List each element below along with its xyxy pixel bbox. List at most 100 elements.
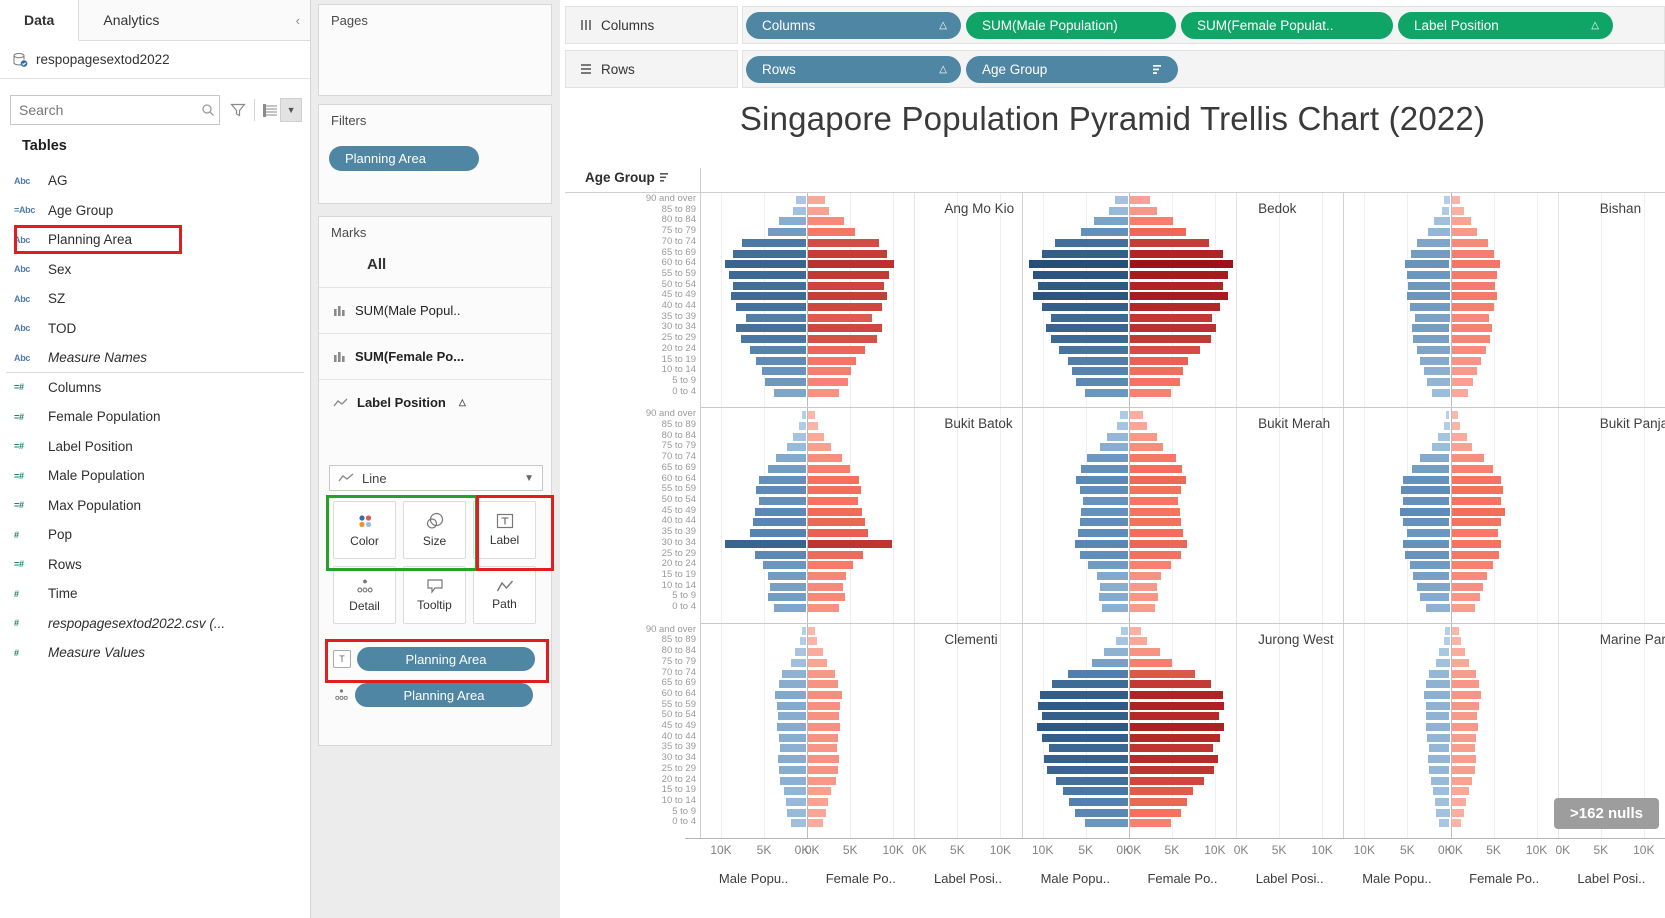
male-population-bar[interactable] bbox=[1420, 593, 1449, 601]
male-population-bar[interactable] bbox=[1072, 367, 1128, 375]
female-population-bar[interactable] bbox=[1452, 572, 1487, 580]
tooltip-button[interactable]: Tooltip bbox=[403, 566, 466, 624]
male-population-bar[interactable] bbox=[765, 378, 806, 386]
male-population-bar[interactable] bbox=[777, 702, 806, 710]
male-population-bar[interactable] bbox=[1413, 572, 1449, 580]
female-population-bar[interactable] bbox=[808, 260, 894, 268]
female-population-bar[interactable] bbox=[808, 476, 859, 484]
datasource-row[interactable]: respopagesextod2022 bbox=[0, 41, 310, 79]
female-population-bar[interactable] bbox=[1130, 529, 1183, 537]
female-population-bar[interactable] bbox=[1452, 357, 1481, 365]
male-population-bar[interactable] bbox=[1059, 346, 1128, 354]
male-population-bar[interactable] bbox=[1442, 207, 1450, 215]
male-population-bar[interactable] bbox=[1444, 422, 1450, 430]
male-population-bar[interactable] bbox=[731, 292, 807, 300]
female-population-bar[interactable] bbox=[808, 648, 823, 656]
male-population-bar[interactable] bbox=[756, 357, 806, 365]
male-population-bar[interactable] bbox=[1055, 239, 1128, 247]
male-population-bar[interactable] bbox=[1407, 292, 1450, 300]
field-item-label-position[interactable]: =#Label Position bbox=[0, 432, 310, 462]
male-population-bar[interactable] bbox=[1080, 518, 1128, 526]
male-population-bar[interactable] bbox=[742, 239, 807, 247]
female-population-bar[interactable] bbox=[808, 755, 839, 763]
male-population-bar[interactable] bbox=[1102, 604, 1128, 612]
female-population-bar[interactable] bbox=[808, 540, 892, 548]
female-population-bar[interactable] bbox=[1452, 346, 1486, 354]
male-population-bar[interactable] bbox=[1104, 648, 1128, 656]
female-population-bar[interactable] bbox=[1452, 324, 1492, 332]
female-population-bar[interactable] bbox=[1452, 529, 1498, 537]
male-population-bar[interactable] bbox=[729, 271, 806, 279]
color-button[interactable]: Color bbox=[333, 501, 396, 559]
female-population-bar[interactable] bbox=[1452, 422, 1461, 430]
female-population-bar[interactable] bbox=[1452, 260, 1500, 268]
male-population-bar[interactable] bbox=[755, 551, 807, 559]
row-header[interactable]: Age Group bbox=[585, 170, 671, 185]
female-population-bar[interactable] bbox=[808, 196, 825, 204]
female-population-bar[interactable] bbox=[808, 292, 887, 300]
male-population-bar[interactable] bbox=[1444, 196, 1449, 204]
female-population-bar[interactable] bbox=[1130, 734, 1220, 742]
female-population-bar[interactable] bbox=[808, 659, 827, 667]
male-population-bar[interactable] bbox=[1080, 486, 1128, 494]
marks-pill-planning-area[interactable]: Planning Area bbox=[355, 683, 533, 707]
male-population-bar[interactable] bbox=[1420, 454, 1449, 462]
female-population-bar[interactable] bbox=[1130, 389, 1171, 397]
female-population-bar[interactable] bbox=[1130, 454, 1176, 462]
female-population-bar[interactable] bbox=[1130, 411, 1143, 419]
male-population-bar[interactable] bbox=[1029, 260, 1128, 268]
female-population-bar[interactable] bbox=[1130, 260, 1233, 268]
female-population-bar[interactable] bbox=[1452, 443, 1473, 451]
female-population-bar[interactable] bbox=[1452, 465, 1493, 473]
male-population-bar[interactable] bbox=[1044, 755, 1128, 763]
female-population-bar[interactable] bbox=[1452, 659, 1469, 667]
female-population-bar[interactable] bbox=[1130, 712, 1219, 720]
male-population-bar[interactable] bbox=[725, 260, 807, 268]
male-population-bar[interactable] bbox=[1432, 389, 1449, 397]
female-population-bar[interactable] bbox=[1130, 497, 1178, 505]
male-population-bar[interactable] bbox=[725, 540, 807, 548]
male-population-bar[interactable] bbox=[1426, 604, 1450, 612]
female-population-bar[interactable] bbox=[1452, 777, 1473, 785]
marks-card-row-sum-female-po[interactable]: SUM(Female Po... bbox=[319, 333, 551, 379]
female-population-bar[interactable] bbox=[1130, 422, 1147, 430]
female-population-bar[interactable] bbox=[808, 486, 861, 494]
male-population-bar[interactable] bbox=[1436, 659, 1450, 667]
male-population-bar[interactable] bbox=[796, 196, 806, 204]
male-population-bar[interactable] bbox=[1069, 798, 1128, 806]
female-population-bar[interactable] bbox=[808, 282, 884, 290]
male-population-bar[interactable] bbox=[1052, 680, 1128, 688]
pill-label-position[interactable]: Label Position△ bbox=[1398, 12, 1613, 39]
male-population-bar[interactable] bbox=[776, 454, 806, 462]
female-population-bar[interactable] bbox=[1452, 551, 1499, 559]
male-population-bar[interactable] bbox=[1411, 250, 1450, 258]
female-population-bar[interactable] bbox=[1130, 766, 1214, 774]
male-population-bar[interactable] bbox=[1083, 497, 1128, 505]
female-population-bar[interactable] bbox=[1130, 648, 1160, 656]
female-population-bar[interactable] bbox=[808, 239, 879, 247]
male-population-bar[interactable] bbox=[750, 529, 806, 537]
male-population-bar[interactable] bbox=[736, 324, 807, 332]
male-population-bar[interactable] bbox=[1094, 217, 1128, 225]
female-population-bar[interactable] bbox=[1130, 378, 1180, 386]
field-item-sz[interactable]: AbcSZ bbox=[0, 284, 310, 314]
male-population-bar[interactable] bbox=[1427, 734, 1449, 742]
female-population-bar[interactable] bbox=[1130, 196, 1151, 204]
female-population-bar[interactable] bbox=[808, 593, 845, 601]
male-population-bar[interactable] bbox=[1405, 260, 1450, 268]
male-population-bar[interactable] bbox=[778, 755, 806, 763]
female-population-bar[interactable] bbox=[1452, 809, 1465, 817]
male-population-bar[interactable] bbox=[779, 766, 807, 774]
male-population-bar[interactable] bbox=[1424, 691, 1450, 699]
female-population-bar[interactable] bbox=[1130, 508, 1180, 516]
female-population-bar[interactable] bbox=[1130, 292, 1228, 300]
rows-shelf[interactable]: Rows△Age Group bbox=[742, 50, 1665, 88]
male-population-bar[interactable] bbox=[779, 680, 807, 688]
male-population-bar[interactable] bbox=[802, 411, 806, 419]
female-population-bar[interactable] bbox=[808, 497, 858, 505]
female-population-bar[interactable] bbox=[1130, 777, 1204, 785]
female-population-bar[interactable] bbox=[1130, 346, 1201, 354]
male-population-bar[interactable] bbox=[1410, 561, 1450, 569]
male-population-bar[interactable] bbox=[1405, 551, 1450, 559]
male-population-bar[interactable] bbox=[1075, 540, 1128, 548]
